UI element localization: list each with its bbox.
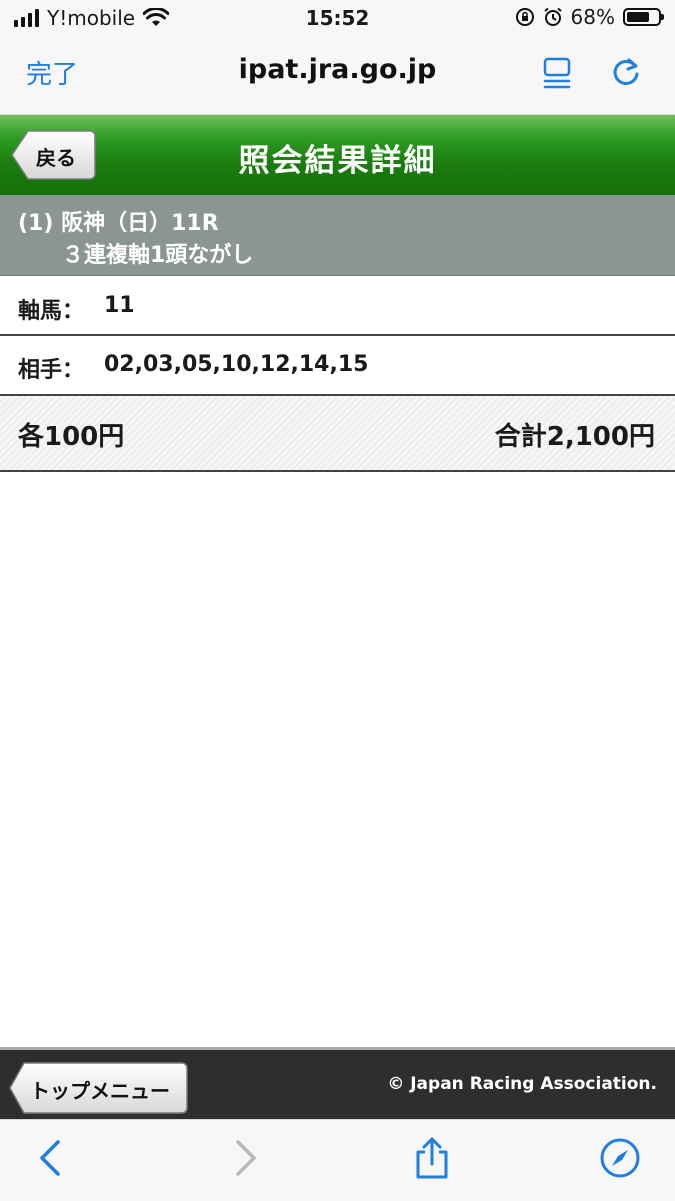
status-right: 68%	[515, 5, 664, 29]
status-bar: Y!mobile 15:52 68%	[0, 0, 675, 38]
battery-percent: 68%	[570, 5, 615, 29]
axis-horse-label: 軸馬：	[18, 299, 85, 324]
forward-chevron-icon[interactable]	[222, 1136, 266, 1180]
amount-each: 各100円	[18, 422, 125, 452]
alarm-icon	[543, 7, 562, 26]
copyright-text: © Japan Racing Association.	[387, 1074, 657, 1094]
compass-icon[interactable]	[598, 1136, 642, 1180]
top-menu-button[interactable]: トップメニュー	[8, 1061, 188, 1115]
browser-bottom-toolbar	[0, 1119, 675, 1201]
amount-total: 合計2,100円	[494, 422, 655, 452]
axis-horse-value: 11	[104, 293, 135, 318]
partner-value: 02,03,05,10,12,14,15	[104, 352, 369, 377]
amount-row: 各100円 合計2,100円	[0, 396, 675, 472]
page-title: 照会結果詳細	[238, 143, 437, 179]
bet-type: ３連複軸1頭ながし	[62, 243, 254, 268]
race-info: (1) 阪神（日）11R ３連複軸1頭ながし	[0, 195, 675, 276]
reload-icon[interactable]	[608, 54, 644, 90]
footer-bar: トップメニュー © Japan Racing Association.	[0, 1047, 675, 1119]
page-header: 戻る 照会結果詳細	[0, 115, 675, 195]
axis-horse-row: 軸馬： 11	[0, 277, 675, 336]
back-chevron-icon[interactable]	[30, 1136, 74, 1180]
partner-label: 相手：	[18, 358, 85, 383]
share-icon[interactable]	[410, 1136, 454, 1180]
rotation-lock-icon	[515, 8, 534, 26]
battery-icon	[623, 8, 664, 26]
reader-view-icon[interactable]	[540, 56, 574, 90]
browser-top-bar: 完了 ipat.jra.go.jp	[0, 38, 675, 115]
partner-row: 相手： 02,03,05,10,12,14,15	[0, 336, 675, 396]
top-menu-label: トップメニュー	[30, 1079, 170, 1103]
race-name: (1) 阪神（日）11R	[18, 211, 219, 236]
